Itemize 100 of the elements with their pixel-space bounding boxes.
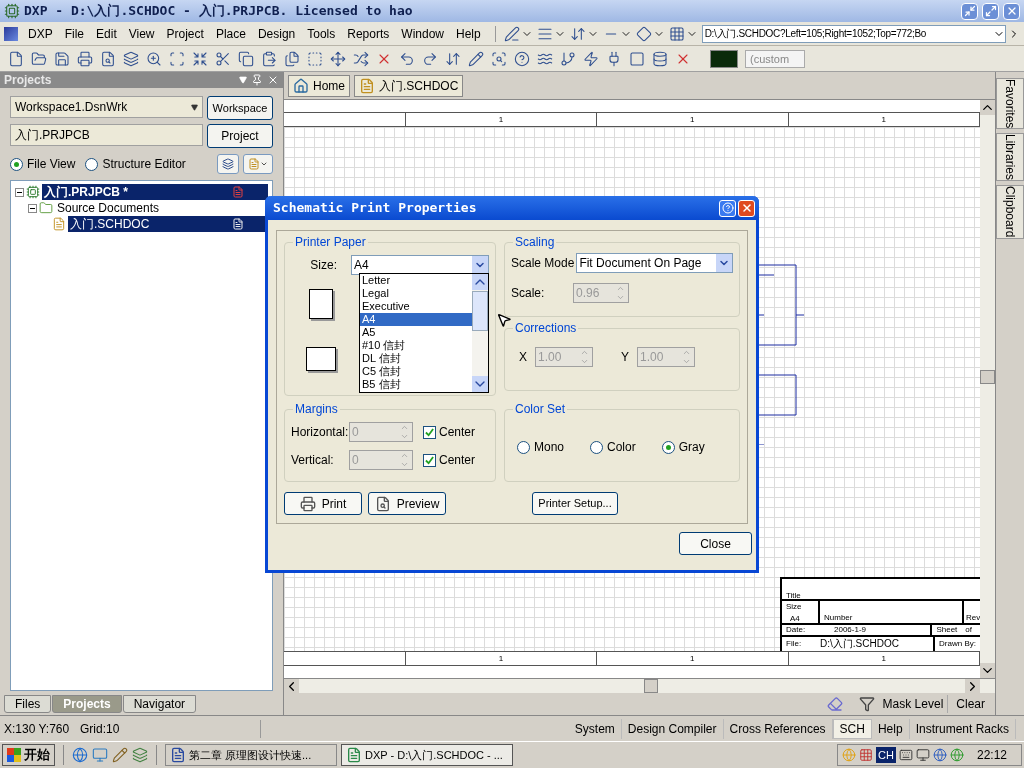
list-option[interactable]: C5 信封: [360, 365, 472, 378]
horizontal-scrollbar[interactable]: [284, 678, 995, 693]
layers-icon[interactable]: [123, 50, 139, 67]
compile-button[interactable]: [217, 154, 239, 174]
new-file-icon[interactable]: [8, 50, 24, 67]
preview-button[interactable]: Preview: [368, 492, 446, 515]
radio-button[interactable]: [661, 440, 675, 454]
printer-icon[interactable]: [77, 50, 93, 67]
shrink-icon[interactable]: [192, 50, 208, 67]
radio-button[interactable]: [10, 157, 23, 171]
status-button[interactable]: Help: [871, 718, 910, 739]
list-option[interactable]: Executive: [360, 300, 472, 313]
scale-mode-dropdown[interactable]: Fit Document On Page: [576, 253, 733, 273]
print-button[interactable]: Print: [284, 492, 362, 515]
menu-item[interactable]: Window: [395, 24, 450, 43]
scroll-thumb[interactable]: [980, 370, 995, 384]
status-button[interactable]: System: [568, 718, 622, 739]
scroll-down-icon[interactable]: [980, 663, 995, 678]
sheet-icon[interactable]: [652, 50, 668, 67]
zoom-area-icon[interactable]: [169, 50, 185, 67]
workspace-button[interactable]: Workspace: [207, 96, 273, 120]
scroll-down-icon[interactable]: [472, 376, 488, 392]
side-tab[interactable]: Clipboard: [996, 185, 1024, 239]
radio-button[interactable]: [517, 440, 530, 454]
mask-level-button[interactable]: Mask Level: [878, 695, 949, 713]
status-button[interactable]: Cross References: [723, 718, 833, 739]
desktop-icon[interactable]: [92, 747, 108, 763]
undo-icon[interactable]: [399, 50, 415, 67]
globe-icon[interactable]: [932, 748, 947, 762]
tree-item[interactable]: 入门.SCHDOC: [68, 216, 268, 232]
eraser-icon[interactable]: [826, 696, 843, 712]
browser-icon[interactable]: [72, 747, 88, 763]
menu-item[interactable]: View: [122, 24, 161, 43]
language-indicator[interactable]: CH: [876, 746, 896, 764]
scissors-icon[interactable]: [215, 50, 231, 67]
scroll-up-icon[interactable]: [472, 274, 488, 290]
panel-tab[interactable]: Navigator: [122, 695, 197, 713]
scroll-thumb[interactable]: [472, 291, 488, 331]
paste-icon[interactable]: [261, 50, 277, 67]
status-button[interactable]: Design Compiler: [621, 718, 724, 739]
component-icon[interactable]: [629, 50, 645, 67]
tree-item[interactable]: 入门.PRJPCB *: [42, 184, 268, 200]
redo-icon[interactable]: [422, 50, 438, 67]
zoom-icon[interactable]: [146, 50, 162, 67]
checkbox[interactable]: [423, 425, 436, 439]
document-tab[interactable]: 入门.SCHDOC: [354, 74, 464, 97]
pin-icon[interactable]: [251, 74, 263, 86]
network-icon[interactable]: [915, 748, 930, 762]
diamond-icon[interactable]: [635, 25, 652, 42]
grid-icon[interactable]: [668, 25, 685, 42]
size-dropdown[interactable]: A4: [351, 255, 489, 275]
task-button[interactable]: DXP - D:\入门.SCHDOC - ...: [341, 744, 513, 766]
workspace-dropdown[interactable]: Workspace1.DsnWrk: [10, 96, 203, 118]
close-button[interactable]: [738, 199, 755, 217]
port-icon[interactable]: [606, 50, 622, 67]
list-option[interactable]: Letter: [360, 274, 472, 287]
arrows-icon[interactable]: [445, 50, 461, 67]
task-button[interactable]: 第二章 原理图设计快速...: [165, 744, 337, 766]
menu-item[interactable]: DXP: [22, 24, 59, 43]
files-icon[interactable]: [284, 50, 300, 67]
expander-icon[interactable]: [28, 203, 37, 213]
scroll-thumb[interactable]: [644, 679, 658, 693]
restore-button[interactable]: [982, 2, 999, 20]
checkbox[interactable]: [423, 453, 436, 467]
keyboard-icon[interactable]: [898, 748, 913, 762]
radio-button[interactable]: [590, 440, 604, 454]
save-icon[interactable]: [54, 50, 70, 67]
dropdown-icon[interactable]: [239, 76, 247, 84]
list-option[interactable]: DL 信封: [360, 352, 472, 365]
scroll-up-icon[interactable]: [980, 100, 995, 115]
note-icon[interactable]: [112, 747, 128, 763]
scroll-right-icon[interactable]: [965, 678, 980, 694]
pen-icon[interactable]: [503, 25, 520, 42]
list-scrollbar[interactable]: [472, 274, 488, 392]
power-icon[interactable]: [583, 50, 599, 67]
arrows-icon[interactable]: [569, 25, 586, 42]
clear-button[interactable]: Clear: [952, 695, 989, 713]
menu-item[interactable]: Edit: [90, 24, 123, 43]
grid-icon[interactable]: [859, 748, 874, 762]
close-dialog-button[interactable]: Close: [679, 532, 752, 555]
panel-tab[interactable]: Files: [4, 695, 52, 713]
menu-item[interactable]: Project: [160, 24, 210, 43]
list-option[interactable]: A5: [360, 326, 472, 339]
menu-item[interactable]: Tools: [301, 24, 342, 43]
close-button[interactable]: [1003, 2, 1020, 20]
side-tab[interactable]: Libraries: [996, 133, 1024, 182]
menu-item[interactable]: File: [58, 24, 91, 43]
menu-item[interactable]: Help: [450, 24, 487, 43]
list-option[interactable]: #10 信封: [360, 339, 472, 352]
tree-item[interactable]: Source Documents: [55, 200, 268, 216]
printer-setup-button[interactable]: Printer Setup...: [532, 492, 618, 515]
selection-icon[interactable]: [307, 50, 323, 67]
menu-item[interactable]: Reports: [341, 24, 396, 43]
inspect-icon[interactable]: [491, 50, 507, 67]
copy-icon[interactable]: [238, 50, 254, 67]
status-button[interactable]: SCH: [832, 718, 872, 739]
document-tab[interactable]: Home: [288, 74, 350, 97]
filter-icon[interactable]: [858, 696, 875, 712]
color-swatch[interactable]: [710, 49, 738, 68]
radio-button[interactable]: [85, 157, 99, 171]
